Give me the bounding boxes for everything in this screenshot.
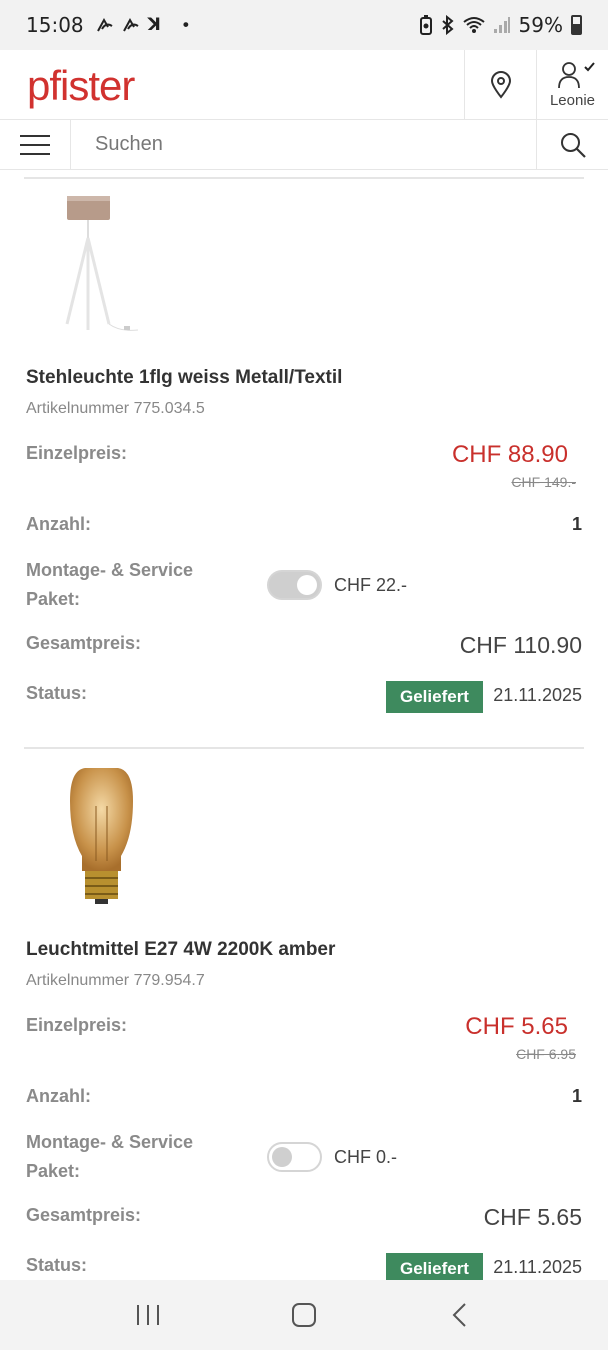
notification-app-icon <box>96 17 113 32</box>
recent-apps-icon <box>137 1305 159 1325</box>
light-bulb-image[interactable] <box>40 766 160 916</box>
item-total: CHF 5.65 <box>483 1204 582 1230</box>
search-icon <box>560 132 586 158</box>
status-date: 21.11.2025 <box>493 685 582 705</box>
home-button[interactable] <box>274 1295 334 1335</box>
item-price: CHF 88.90 <box>451 441 568 468</box>
signal-icon <box>493 17 510 33</box>
user-name-label: Leonie <box>549 92 596 109</box>
pfister-logo[interactable]: pfister <box>0 50 464 119</box>
account-button[interactable]: Leonie <box>536 50 608 119</box>
toggle-knob <box>272 1147 292 1167</box>
notification-dot-icon: • <box>182 15 189 34</box>
quantity-label: Anzahl: <box>26 1086 91 1106</box>
search-input[interactable] <box>71 120 536 169</box>
order-items-list: Stehleuchte 1flg weiss Metall/Textil Art… <box>0 170 608 1280</box>
item-price: CHF 5.65 <box>465 1013 568 1040</box>
item-quantity: 1 <box>571 514 582 534</box>
store-locator-button[interactable] <box>464 50 536 119</box>
battery-saver-icon <box>419 15 432 35</box>
status-time: 15:08 <box>26 13 84 37</box>
notification-app-icon <box>122 17 139 32</box>
battery-percentage: 59% <box>518 13 563 37</box>
wifi-icon <box>462 17 485 33</box>
total-label: Gesamtpreis: <box>26 1205 142 1225</box>
user-check-icon <box>557 62 595 89</box>
status-label: Status: <box>26 683 88 703</box>
item-old-price: CHF 149.- <box>511 474 576 490</box>
item-divider <box>24 177 584 179</box>
item-article-number: Artikelnummer 775.034.5 <box>26 400 205 417</box>
service-price: CHF 22.- <box>334 575 408 595</box>
recent-apps-button[interactable] <box>118 1295 178 1335</box>
service-toggle[interactable] <box>267 1142 322 1172</box>
search-button[interactable] <box>536 120 608 169</box>
menu-line <box>20 143 50 146</box>
service-label: Montage- & Service Paket: <box>26 556 193 614</box>
battery-icon <box>571 15 582 35</box>
service-toggle[interactable] <box>267 570 322 600</box>
quantity-label: Anzahl: <box>26 514 91 534</box>
status-label: Status: <box>26 1255 88 1275</box>
system-icons: 59% <box>419 13 582 37</box>
service-label: Montage- & Service Paket: <box>26 1128 193 1186</box>
app-header: pfister Leonie <box>0 50 608 120</box>
service-label-line2: Paket: <box>26 1161 81 1181</box>
item-divider <box>24 747 584 749</box>
service-label-line1: Montage- & Service <box>26 1132 194 1152</box>
menu-line <box>20 134 50 137</box>
back-button[interactable] <box>430 1295 490 1335</box>
hamburger-menu-button[interactable] <box>0 120 71 169</box>
item-title[interactable]: Stehleuchte 1flg weiss Metall/Textil <box>26 367 342 389</box>
notification-k-icon: ꓘ <box>147 15 161 34</box>
unit-price-label: Einzelpreis: <box>26 443 128 463</box>
status-badge: Geliefert <box>386 1253 483 1280</box>
service-label-line1: Montage- & Service <box>26 560 194 580</box>
location-pin-icon <box>490 70 511 99</box>
status-badge: Geliefert <box>386 681 483 713</box>
item-quantity: 1 <box>571 1086 582 1106</box>
service-label-line2: Paket: <box>26 589 81 609</box>
bluetooth-icon <box>441 15 454 35</box>
toggle-knob <box>297 575 317 595</box>
item-old-price: CHF 6.95 <box>516 1046 576 1062</box>
service-price: CHF 0.- <box>334 1147 397 1167</box>
status-date: 21.11.2025 <box>493 1257 582 1277</box>
total-label: Gesamtpreis: <box>26 633 142 653</box>
status-bar: 15:08 ꓘ • 59% <box>0 0 608 50</box>
unit-price-label: Einzelpreis: <box>26 1015 128 1035</box>
item-title[interactable]: Leuchtmittel E27 4W 2200K amber <box>26 939 335 961</box>
item-total: CHF 110.90 <box>459 632 582 658</box>
system-navigation-bar <box>0 1280 608 1350</box>
item-article-number: Artikelnummer 779.954.7 <box>26 972 205 989</box>
notification-icons: ꓘ • <box>96 15 189 35</box>
back-icon <box>452 1303 466 1327</box>
floor-lamp-image[interactable] <box>40 192 160 342</box>
home-icon <box>292 1303 316 1327</box>
search-bar <box>0 120 608 170</box>
menu-line <box>20 152 50 155</box>
